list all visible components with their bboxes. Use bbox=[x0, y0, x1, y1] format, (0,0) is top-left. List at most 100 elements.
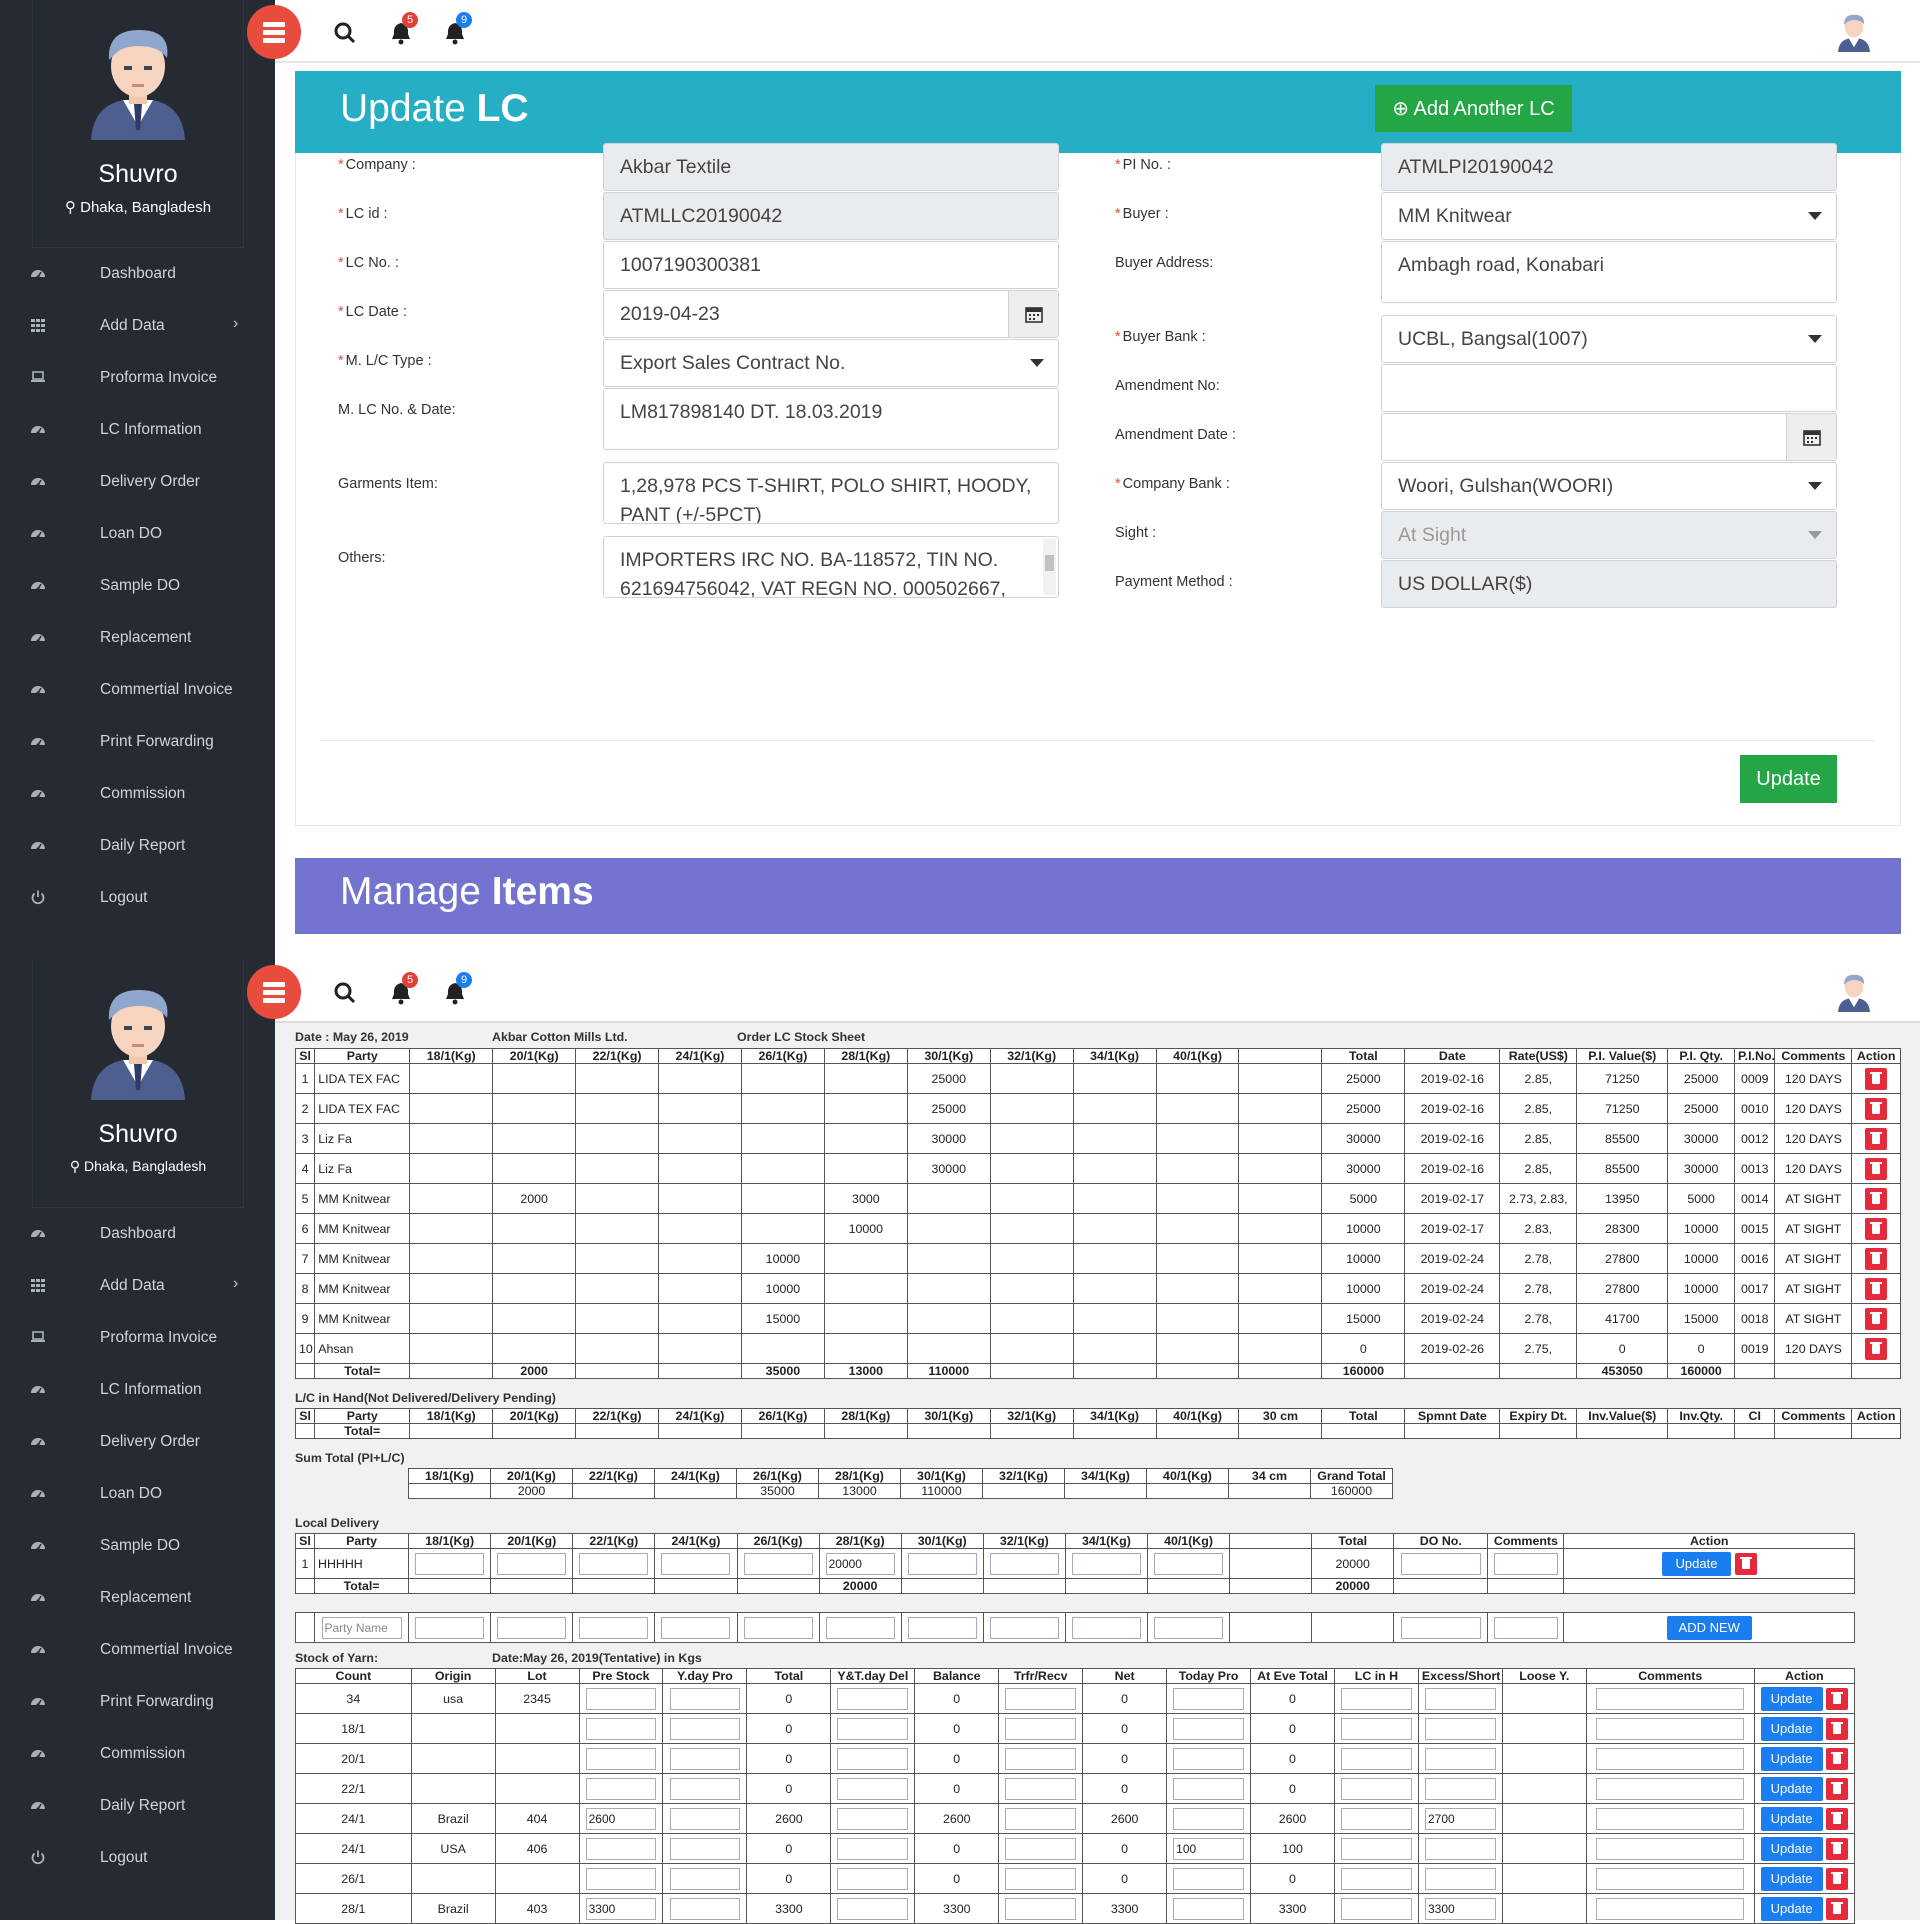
sidebar-item-dashboard[interactable]: Dashboard bbox=[0, 1208, 275, 1260]
excess-short-input[interactable] bbox=[1424, 1777, 1496, 1800]
pre-stock-input[interactable] bbox=[585, 1687, 657, 1710]
qty-input[interactable] bbox=[907, 1616, 977, 1639]
today-pro-input[interactable]: 100 bbox=[1173, 1837, 1244, 1860]
delivery-input[interactable] bbox=[837, 1777, 909, 1800]
pre-stock-input[interactable] bbox=[585, 1747, 657, 1770]
sidebar-item-commertial-invoice[interactable]: Commertial Invoice bbox=[0, 1624, 275, 1676]
delete-button[interactable] bbox=[1826, 1687, 1849, 1710]
pre-stock-input[interactable] bbox=[585, 1837, 657, 1860]
qty-input[interactable] bbox=[989, 1616, 1059, 1639]
delete-button[interactable] bbox=[1865, 1307, 1888, 1330]
do-no-input[interactable] bbox=[1400, 1616, 1481, 1639]
qty-input[interactable] bbox=[1071, 1552, 1141, 1575]
transfer-input[interactable] bbox=[1005, 1747, 1077, 1770]
sidebar-item-dashboard[interactable]: Dashboard bbox=[0, 248, 275, 300]
delete-button[interactable] bbox=[1865, 1217, 1888, 1240]
yday-pro-input[interactable] bbox=[669, 1807, 741, 1830]
buyer-bank-field[interactable]: UCBL, Bangsal(1007) bbox=[1381, 315, 1837, 363]
menu-toggle-button[interactable] bbox=[247, 965, 301, 1019]
qty-input[interactable] bbox=[1071, 1616, 1141, 1639]
sidebar-item-loan-do[interactable]: Loan DO bbox=[0, 508, 275, 560]
yday-pro-input[interactable] bbox=[669, 1747, 741, 1770]
others-field[interactable]: IMPORTERS IRC NO. BA-118572, TIN NO. 621… bbox=[603, 536, 1059, 598]
sidebar-item-add-data[interactable]: Add Data › bbox=[0, 300, 275, 352]
today-pro-input[interactable] bbox=[1173, 1687, 1244, 1710]
today-pro-input[interactable] bbox=[1173, 1867, 1244, 1890]
update-button[interactable]: Update bbox=[1661, 1551, 1732, 1576]
delete-button[interactable] bbox=[1865, 1187, 1888, 1210]
garments-item-field[interactable]: 1,28,978 PCS T-SHIRT, POLO SHIRT, HOODY,… bbox=[603, 462, 1059, 524]
delete-button[interactable] bbox=[1865, 1097, 1888, 1120]
comments-input[interactable] bbox=[1596, 1867, 1745, 1890]
today-pro-input[interactable] bbox=[1173, 1747, 1244, 1770]
sidebar-item-print-forwarding[interactable]: Print Forwarding bbox=[0, 1676, 275, 1728]
delete-button[interactable] bbox=[1865, 1247, 1888, 1270]
qty-input[interactable] bbox=[579, 1552, 649, 1575]
sidebar-item-sample-do[interactable]: Sample DO bbox=[0, 1520, 275, 1572]
transfer-input[interactable] bbox=[1005, 1897, 1077, 1920]
lc-in-hand-input[interactable] bbox=[1341, 1687, 1412, 1710]
messages-button[interactable]: 9 bbox=[442, 12, 472, 46]
today-pro-input[interactable] bbox=[1173, 1807, 1244, 1830]
notifications-button[interactable]: 5 bbox=[388, 972, 418, 1006]
sidebar-item-proforma-invoice[interactable]: Proforma Invoice bbox=[0, 1312, 275, 1364]
sidebar-item-daily-report[interactable]: Daily Report bbox=[0, 820, 275, 872]
calendar-button[interactable] bbox=[1786, 414, 1836, 460]
delete-button[interactable] bbox=[1734, 1552, 1757, 1575]
sidebar-item-replacement[interactable]: Replacement bbox=[0, 612, 275, 664]
qty-input[interactable] bbox=[989, 1552, 1059, 1575]
delivery-input[interactable] bbox=[837, 1747, 909, 1770]
delete-button[interactable] bbox=[1865, 1157, 1888, 1180]
qty-input[interactable] bbox=[497, 1616, 567, 1639]
update-button[interactable]: Update bbox=[1760, 1776, 1823, 1801]
calendar-button[interactable] bbox=[1008, 291, 1058, 337]
lc-date-field[interactable]: 2019-04-23 bbox=[603, 290, 1059, 338]
comments-input[interactable] bbox=[1596, 1837, 1745, 1860]
pre-stock-input[interactable]: 3300 bbox=[585, 1897, 657, 1920]
comments-input[interactable] bbox=[1596, 1747, 1745, 1770]
menu-toggle-button[interactable] bbox=[247, 5, 301, 59]
yday-pro-input[interactable] bbox=[669, 1687, 741, 1710]
delivery-input[interactable] bbox=[837, 1717, 909, 1740]
lc-in-hand-input[interactable] bbox=[1341, 1867, 1412, 1890]
pre-stock-input[interactable] bbox=[585, 1717, 657, 1740]
yday-pro-input[interactable] bbox=[669, 1777, 741, 1800]
transfer-input[interactable] bbox=[1005, 1777, 1077, 1800]
lc-no-field[interactable]: 1007190300381 bbox=[603, 241, 1059, 289]
update-button[interactable]: Update bbox=[1760, 1836, 1823, 1861]
excess-short-input[interactable] bbox=[1424, 1717, 1496, 1740]
buyer-address-field[interactable]: Ambagh road, Konabari bbox=[1381, 241, 1837, 303]
lc-in-hand-input[interactable] bbox=[1341, 1807, 1412, 1830]
pre-stock-input[interactable] bbox=[585, 1867, 657, 1890]
messages-button[interactable]: 9 bbox=[442, 972, 472, 1006]
lc-in-hand-input[interactable] bbox=[1341, 1777, 1412, 1800]
notifications-button[interactable]: 5 bbox=[388, 12, 418, 46]
delivery-input[interactable] bbox=[837, 1687, 909, 1710]
user-avatar-icon[interactable] bbox=[1835, 12, 1873, 52]
sidebar-item-replacement[interactable]: Replacement bbox=[0, 1572, 275, 1624]
scrollbar[interactable] bbox=[1043, 539, 1056, 595]
delete-button[interactable] bbox=[1865, 1277, 1888, 1300]
excess-short-input[interactable] bbox=[1424, 1687, 1496, 1710]
delete-button[interactable] bbox=[1826, 1717, 1849, 1740]
comments-input[interactable] bbox=[1596, 1717, 1745, 1740]
do-no-input[interactable] bbox=[1400, 1552, 1481, 1575]
update-button[interactable]: Update bbox=[1760, 1716, 1823, 1741]
sidebar-item-proforma-invoice[interactable]: Proforma Invoice bbox=[0, 352, 275, 404]
add-new-button[interactable]: ADD NEW bbox=[1666, 1615, 1752, 1640]
sidebar-item-logout[interactable]: Logout bbox=[0, 872, 275, 924]
yday-pro-input[interactable] bbox=[669, 1867, 741, 1890]
qty-input[interactable] bbox=[907, 1552, 977, 1575]
today-pro-input[interactable] bbox=[1173, 1777, 1244, 1800]
pre-stock-input[interactable]: 2600 bbox=[585, 1807, 657, 1830]
transfer-input[interactable] bbox=[1005, 1807, 1077, 1830]
amendment-date-field[interactable] bbox=[1381, 413, 1837, 461]
scrollbar-thumb[interactable] bbox=[1045, 555, 1054, 571]
delivery-input[interactable] bbox=[837, 1867, 909, 1890]
qty-input[interactable] bbox=[743, 1616, 813, 1639]
qty-input[interactable] bbox=[743, 1552, 813, 1575]
amendment-no-field[interactable] bbox=[1381, 364, 1837, 412]
transfer-input[interactable] bbox=[1005, 1687, 1077, 1710]
delete-button[interactable] bbox=[1826, 1897, 1849, 1920]
qty-input[interactable] bbox=[415, 1616, 485, 1639]
